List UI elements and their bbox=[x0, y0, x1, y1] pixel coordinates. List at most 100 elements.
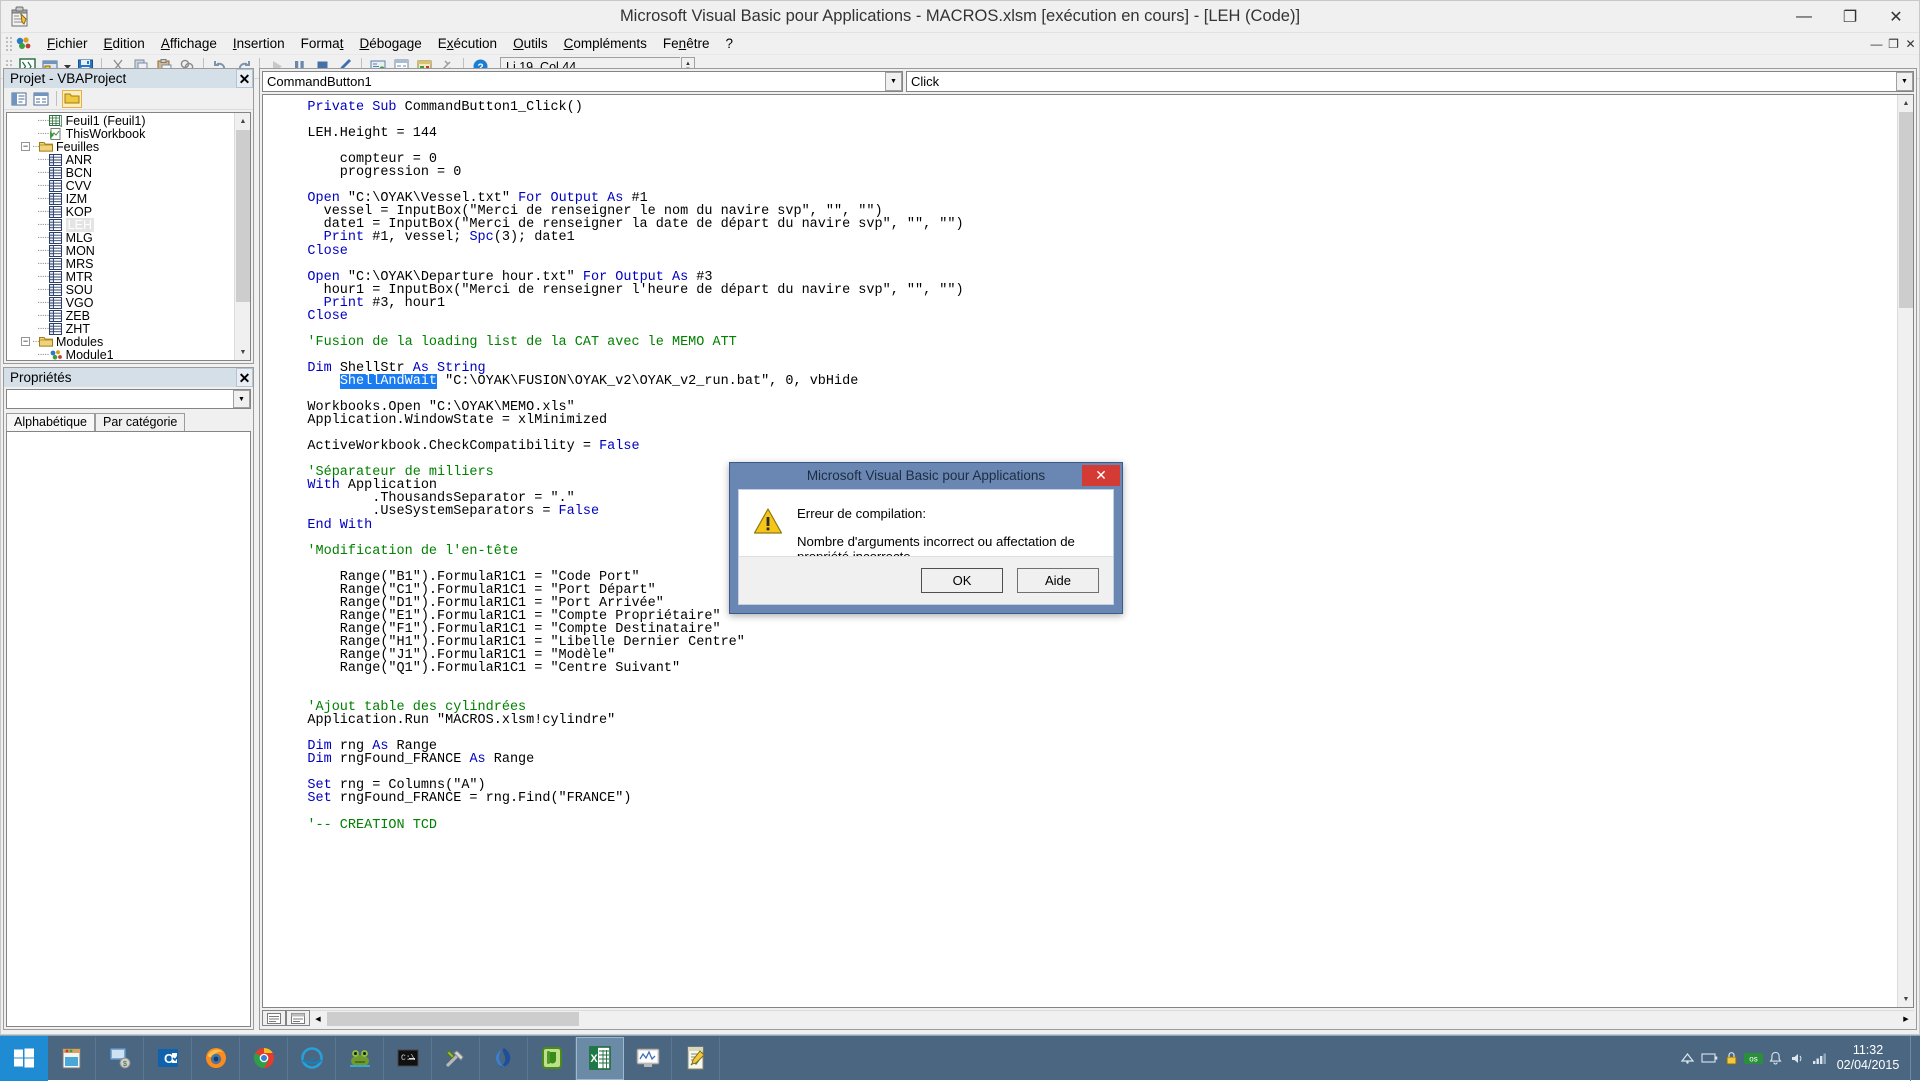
menu-fenetre[interactable]: Fenêtre bbox=[655, 34, 718, 53]
code-line[interactable] bbox=[275, 140, 1896, 153]
code-line[interactable] bbox=[275, 114, 1896, 127]
procedure-view-button[interactable] bbox=[262, 1010, 286, 1026]
object-combo[interactable]: CommandButton1 ▼ bbox=[262, 71, 903, 92]
code-line[interactable]: '-- CREATION TCD bbox=[275, 818, 1896, 832]
properties-object-combo[interactable]: ▼ bbox=[6, 389, 251, 409]
code-line[interactable]: Application.WindowState = xlMinimized bbox=[275, 414, 1896, 428]
close-button[interactable]: ✕ bbox=[1873, 1, 1919, 33]
tree-item-modules[interactable]: − ··· Modules bbox=[7, 335, 234, 349]
taskbar-excel-button[interactable]: X bbox=[576, 1036, 624, 1080]
menu-edition[interactable]: Edition bbox=[96, 34, 153, 53]
tree-item-leh[interactable]: ····· LEH bbox=[7, 217, 234, 232]
taskbar-outlook-button[interactable]: O bbox=[144, 1036, 192, 1080]
code-line[interactable]: 'Fusion de la loading list de la CAT ave… bbox=[275, 336, 1896, 350]
code-line[interactable]: hour1 = InputBox("Merci de renseigner l'… bbox=[275, 283, 1896, 297]
menu-fichier[interactable]: Fichier bbox=[39, 34, 96, 53]
code-line[interactable] bbox=[275, 675, 1896, 688]
tree-item-mtr[interactable]: ····· MTR bbox=[7, 270, 234, 284]
mdi-close-button[interactable]: ✕ bbox=[1902, 37, 1919, 51]
menu-outils[interactable]: Outils bbox=[505, 34, 556, 53]
code-line[interactable]: Range("Q1").FormulaR1C1 = "Centre Suivan… bbox=[275, 662, 1896, 676]
tree-expander-icon[interactable]: − bbox=[21, 337, 30, 346]
scroll-up-arrow-icon[interactable]: ▲ bbox=[235, 113, 250, 129]
tray-battery-icon[interactable] bbox=[1698, 1036, 1720, 1081]
tree-item-anr[interactable]: ····· ANR bbox=[7, 153, 234, 167]
tray-wifi-icon[interactable] bbox=[1808, 1036, 1830, 1081]
code-line[interactable]: progression = 0 bbox=[275, 166, 1896, 180]
tree-item-module1[interactable]: ····· Module1 bbox=[7, 348, 234, 361]
menu-affichage[interactable]: Affichage bbox=[153, 34, 225, 53]
code-vertical-scrollbar[interactable]: ▲ ▼ bbox=[1897, 95, 1913, 1007]
menu-debogage[interactable]: Débogage bbox=[351, 34, 429, 53]
code-line[interactable]: Dim rngFound_FRANCE As Range bbox=[275, 753, 1896, 767]
tree-item-feuilles[interactable]: − ··· Feuilles bbox=[7, 140, 234, 154]
scroll-up-arrow-icon[interactable]: ▲ bbox=[1898, 95, 1913, 111]
code-line[interactable]: compteur = 0 bbox=[275, 153, 1896, 167]
scroll-right-arrow-icon[interactable]: ▶ bbox=[1898, 1011, 1914, 1027]
properties-grid[interactable] bbox=[6, 431, 251, 1027]
tree-item-bcn[interactable]: ····· BCN bbox=[7, 166, 234, 180]
taskbar-tools-button[interactable] bbox=[432, 1036, 480, 1080]
minimize-button[interactable]: — bbox=[1781, 1, 1827, 33]
mdi-minimize-button[interactable]: — bbox=[1868, 37, 1885, 51]
show-desktop-button[interactable] bbox=[1910, 1035, 1920, 1081]
view-code-icon[interactable] bbox=[9, 90, 29, 108]
tree-item-izm[interactable]: ····· IZM bbox=[7, 192, 234, 206]
tree-expander-icon[interactable]: − bbox=[21, 142, 30, 151]
taskbar-blue-app-button[interactable] bbox=[480, 1036, 528, 1080]
tree-item-vgo[interactable]: ····· VGO bbox=[7, 296, 234, 310]
scroll-left-arrow-icon[interactable]: ◀ bbox=[310, 1011, 326, 1027]
view-object-icon[interactable] bbox=[31, 90, 51, 108]
start-button[interactable] bbox=[0, 1035, 48, 1081]
code-line[interactable]: LEH.Height = 144 bbox=[275, 127, 1896, 141]
project-panel-close-button[interactable]: ✕ bbox=[236, 69, 253, 88]
tree-item-mrs[interactable]: ····· MRS bbox=[7, 257, 234, 271]
toggle-folders-icon[interactable] bbox=[62, 89, 82, 108]
code-line[interactable]: Print #1, vessel; Spc(3); date1 bbox=[275, 231, 1896, 245]
taskbar-notepad-button[interactable] bbox=[48, 1036, 96, 1080]
tray-action-center-icon[interactable] bbox=[1764, 1036, 1786, 1081]
chevron-down-icon[interactable]: ▼ bbox=[1896, 72, 1913, 91]
taskbar-firefox-button[interactable] bbox=[192, 1036, 240, 1080]
taskbar-clock[interactable]: 11:32 02/04/2015 bbox=[1830, 1043, 1910, 1073]
tree-item-feuil1-feuil1[interactable]: ····· Feuil1 (Feuil1) bbox=[7, 114, 234, 128]
code-line[interactable] bbox=[275, 766, 1896, 779]
code-line[interactable]: Close bbox=[275, 310, 1896, 324]
dialog-close-button[interactable]: ✕ bbox=[1082, 465, 1120, 486]
code-line[interactable]: Private Sub CommandButton1_Click() bbox=[275, 101, 1896, 115]
menu-insertion[interactable]: Insertion bbox=[225, 34, 293, 53]
chevron-down-icon[interactable]: ▼ bbox=[233, 390, 250, 408]
project-tree-vertical-scrollbar[interactable]: ▲ ▼ bbox=[234, 113, 250, 360]
aide-button[interactable]: Aide bbox=[1017, 568, 1099, 593]
tray-os-icon[interactable]: os bbox=[1742, 1036, 1764, 1081]
maximize-button[interactable]: ❐ bbox=[1827, 1, 1873, 33]
code-line[interactable] bbox=[275, 806, 1896, 819]
project-tree[interactable]: ····· Feuil1 (Feuil1) ····· ThisWorkbook − ··… bbox=[6, 112, 251, 361]
tree-item-sou[interactable]: ····· SOU bbox=[7, 283, 234, 297]
tree-item-thisworkbook[interactable]: ····· ThisWorkbook bbox=[7, 127, 234, 141]
full-module-view-button[interactable] bbox=[286, 1010, 310, 1026]
taskbar-command-prompt-button[interactable]: C:\ bbox=[384, 1036, 432, 1080]
code-line[interactable]: Print #3, hour1 bbox=[275, 296, 1896, 310]
scroll-down-arrow-icon[interactable]: ▼ bbox=[1898, 991, 1913, 1007]
tab-par-categorie[interactable]: Par catégorie bbox=[94, 413, 186, 431]
code-horizontal-scrollbar[interactable]: ◀ ▶ bbox=[310, 1010, 1914, 1027]
tree-item-mlg[interactable]: ····· MLG bbox=[7, 231, 234, 245]
tray-lock-icon[interactable] bbox=[1720, 1036, 1742, 1081]
tab-alphabetique[interactable]: Alphabétique bbox=[6, 413, 95, 431]
taskbar-frog-button[interactable] bbox=[336, 1036, 384, 1080]
taskbar-chrome-button[interactable] bbox=[240, 1036, 288, 1080]
tree-item-zeb[interactable]: ····· ZEB bbox=[7, 309, 234, 323]
taskbar-monitor-button[interactable] bbox=[624, 1036, 672, 1080]
tree-item-zht[interactable]: ····· ZHT bbox=[7, 322, 234, 336]
code-line[interactable]: Application.Run "MACROS.xlsm!cylindre" bbox=[275, 714, 1896, 728]
tree-item-cvv[interactable]: ····· CVV bbox=[7, 179, 234, 193]
code-line[interactable]: Set rngFound_FRANCE = rng.Find("FRANCE") bbox=[275, 792, 1896, 806]
code-line[interactable]: ShellAndWait "C:\OYAK\FUSION\OYAK_v2\OYA… bbox=[275, 373, 1896, 389]
scrollbar-thumb[interactable] bbox=[236, 130, 250, 302]
code-line[interactable]: Close bbox=[275, 244, 1896, 258]
tray-network-icon[interactable] bbox=[1676, 1036, 1698, 1081]
properties-panel-close-button[interactable]: ✕ bbox=[236, 368, 253, 387]
menu-gripper[interactable] bbox=[5, 35, 12, 52]
code-line[interactable] bbox=[275, 349, 1896, 362]
